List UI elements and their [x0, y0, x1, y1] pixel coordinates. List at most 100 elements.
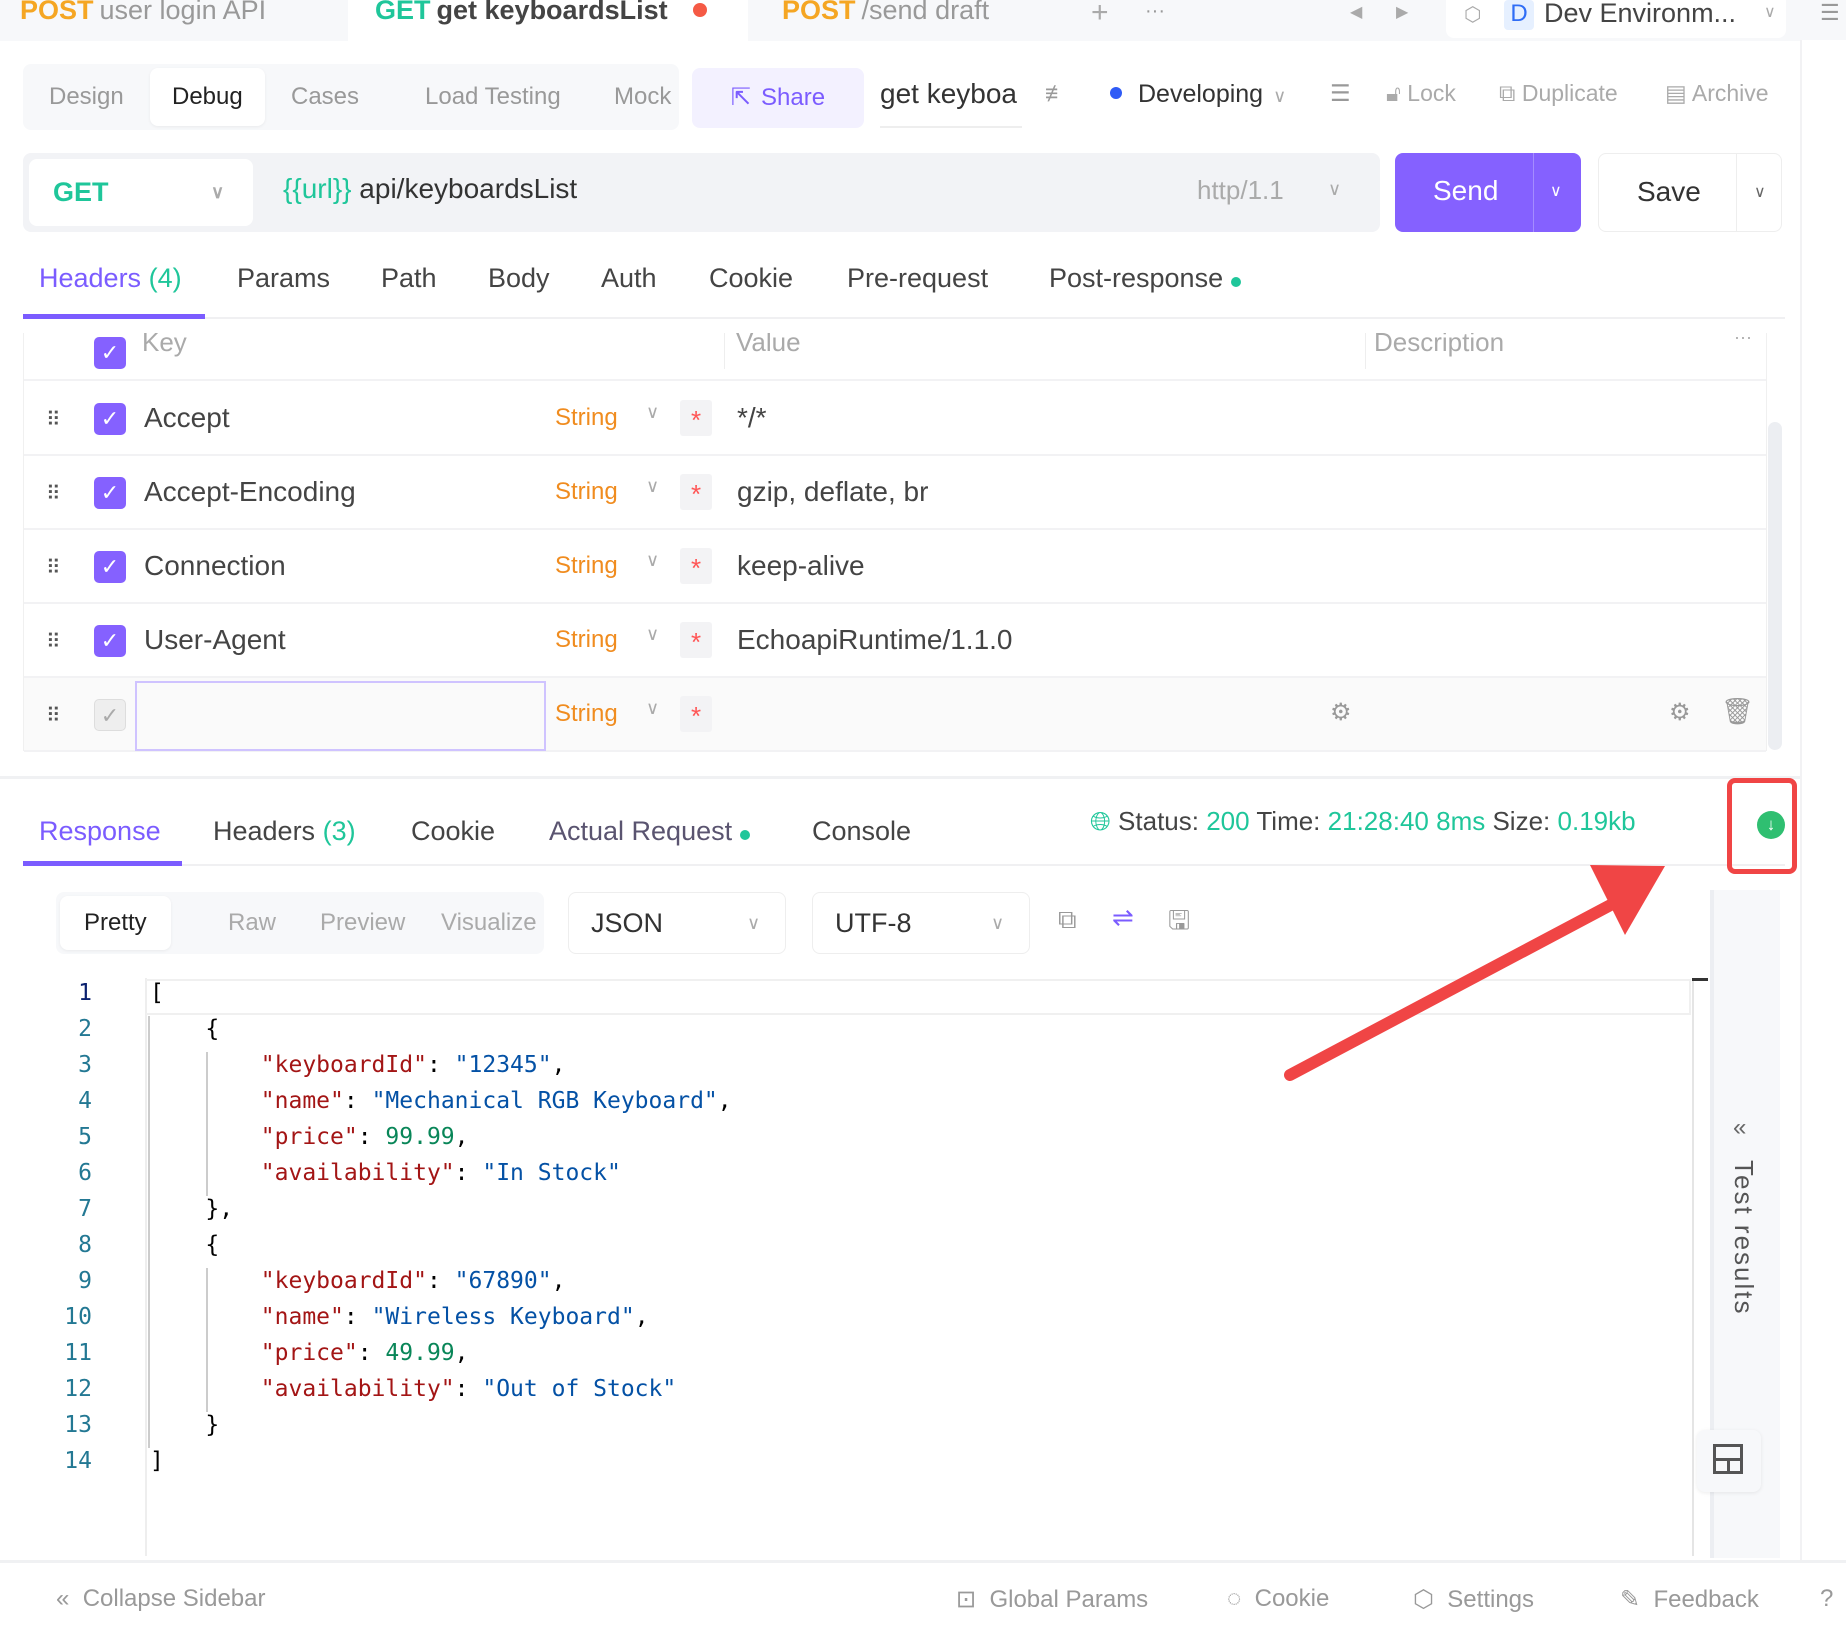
header-value[interactable]: keep-alive [737, 550, 865, 582]
type-selector[interactable]: String [555, 700, 618, 728]
type-selector[interactable]: String [555, 404, 618, 432]
row-checkbox[interactable]: ✓ [94, 625, 126, 657]
global-params-button[interactable]: ⊡ Global Params [956, 1585, 1148, 1614]
type-selector[interactable]: String [555, 478, 618, 506]
drag-handle-icon[interactable]: ⠿ [46, 629, 61, 654]
settings-button[interactable]: ⬡ Settings [1413, 1585, 1534, 1614]
drag-handle-icon[interactable]: ⠿ [46, 481, 61, 506]
url-input[interactable]: {{url}} api/keyboardsList [283, 173, 577, 205]
format-tab-pretty[interactable]: Pretty [60, 896, 171, 950]
wrap-lines-icon[interactable]: ⇌ [1112, 902, 1134, 933]
tab-pre-request[interactable]: Pre-request [847, 255, 988, 301]
select-all-checkbox[interactable]: ✓ [94, 337, 126, 369]
description-settings-icon[interactable]: ⚙ [1669, 698, 1691, 727]
test-results-label[interactable]: Test results [1728, 1160, 1759, 1316]
save-options-chevron-icon[interactable]: ∨ [1754, 182, 1766, 202]
required-icon[interactable]: * [680, 548, 712, 584]
more-tabs-button[interactable]: ··· [1145, 0, 1165, 23]
delete-icon[interactable]: 🗑︎ [1721, 696, 1754, 727]
row-checkbox[interactable]: ✓ [94, 699, 126, 731]
header-key[interactable]: User-Agent [144, 624, 286, 656]
tab-params[interactable]: Params [237, 255, 330, 301]
menu-icon[interactable]: ☰ [1820, 0, 1840, 26]
edit-description-icon[interactable]: ≢ [1045, 80, 1068, 107]
mode-tab-cases[interactable]: Cases [269, 68, 381, 126]
tab-response[interactable]: Response [39, 808, 161, 854]
protocol-selector[interactable]: http/1.1 [1197, 175, 1284, 206]
format-tab-visualize[interactable]: Visualize [417, 896, 561, 950]
mode-tab-debug[interactable]: Debug [150, 68, 265, 126]
required-icon[interactable]: * [680, 474, 712, 510]
drag-handle-icon[interactable]: ⠿ [46, 703, 61, 728]
value-settings-icon[interactable]: ⚙ [1330, 698, 1352, 727]
outline-icon[interactable]: ☰ [1330, 80, 1351, 107]
header-value[interactable]: */* [737, 402, 767, 434]
format-tab-preview[interactable]: Preview [296, 896, 429, 950]
drag-handle-icon[interactable]: ⠿ [46, 555, 61, 580]
tab-prev-icon[interactable]: ◀ [1350, 2, 1362, 22]
method-selector[interactable]: GET ∨ [29, 159, 253, 226]
add-tab-button[interactable]: + [1091, 0, 1109, 30]
expand-icon[interactable]: « [1733, 1114, 1746, 1142]
format-tab-raw[interactable]: Raw [204, 896, 300, 950]
tab-headers[interactable]: Headers (4) [39, 255, 182, 301]
row-checkbox[interactable]: ✓ [94, 403, 126, 435]
tab-auth[interactable]: Auth [601, 255, 657, 301]
file-tab-2[interactable]: POST/send draft [752, 0, 1074, 41]
file-tab-1[interactable]: GET get keyboardsList [348, 0, 748, 41]
save-response-icon[interactable]: 🖫︎ [1168, 902, 1190, 946]
body-type-selector[interactable]: JSON ∨ [568, 892, 786, 954]
line-number: 6 [78, 1160, 92, 1186]
tab-response-cookie[interactable]: Cookie [411, 808, 495, 854]
tab-actual-request[interactable]: Actual Request [549, 808, 751, 854]
row-checkbox[interactable]: ✓ [94, 551, 126, 583]
tab-next-icon[interactable]: ▶ [1396, 2, 1408, 22]
line-number: 9 [78, 1268, 92, 1294]
send-button[interactable]: Send [1433, 175, 1498, 207]
type-selector[interactable]: String [555, 626, 618, 654]
tab-console[interactable]: Console [812, 808, 911, 854]
send-options-chevron-icon[interactable]: ∨ [1550, 181, 1562, 201]
drag-handle-icon[interactable]: ⠿ [46, 407, 61, 432]
tab-cookie[interactable]: Cookie [709, 255, 793, 301]
row-checkbox[interactable]: ✓ [94, 477, 126, 509]
environment-selector[interactable]: ⬡ D Dev Environm... ∨ [1446, 0, 1786, 38]
panel-divider[interactable] [0, 776, 1800, 779]
cookie-button[interactable]: ◌ Cookie [1227, 1585, 1329, 1613]
archive-button[interactable]: ▤ Archive [1665, 80, 1769, 107]
header-key[interactable]: Accept [144, 402, 230, 434]
lock-button[interactable]: 🔓︎ Lock [1386, 80, 1456, 107]
header-value[interactable]: gzip, deflate, br [737, 476, 928, 508]
table-scrollbar[interactable] [1768, 422, 1782, 750]
code-token: : [454, 1160, 483, 1186]
header-key[interactable]: Accept-Encoding [144, 476, 356, 508]
column-options-icon[interactable]: ··· [1734, 333, 1752, 348]
mode-tab-design[interactable]: Design [27, 68, 146, 126]
share-button[interactable]: ⇱ Share [692, 68, 864, 128]
feedback-button[interactable]: ✎ Feedback [1620, 1585, 1759, 1614]
status-selector[interactable]: Developing ∨ [1110, 80, 1286, 109]
required-icon[interactable]: * [680, 622, 712, 658]
tab-path[interactable]: Path [381, 255, 437, 301]
required-icon[interactable]: * [680, 696, 712, 732]
type-selector[interactable]: String [555, 552, 618, 580]
new-key-input[interactable] [135, 681, 546, 751]
header-key[interactable]: Connection [144, 550, 286, 582]
api-name-input[interactable]: get keyboa [880, 78, 1022, 128]
tab-response-headers[interactable]: Headers (3) [213, 808, 356, 854]
save-button[interactable]: Save [1637, 176, 1701, 208]
collapse-sidebar-button[interactable]: « Collapse Sidebar [56, 1585, 265, 1613]
mode-tab-mock[interactable]: Mock [592, 68, 693, 126]
copy-icon[interactable]: ⧉ [1058, 904, 1077, 936]
file-tab-0[interactable]: POST user login API [0, 0, 345, 41]
layout-toggle-button[interactable] [1697, 1430, 1761, 1492]
indent-guide [148, 1016, 150, 1448]
required-icon[interactable]: * [680, 400, 712, 436]
header-value[interactable]: EchoapiRuntime/1.1.0 [737, 624, 1013, 656]
encoding-selector[interactable]: UTF-8 ∨ [812, 892, 1030, 954]
help-icon[interactable]: ? [1820, 1585, 1833, 1613]
mode-tab-load-testing[interactable]: Load Testing [403, 68, 583, 126]
tab-post-response[interactable]: Post-response [1049, 255, 1242, 301]
duplicate-button[interactable]: ⧉ Duplicate [1499, 80, 1618, 107]
tab-body[interactable]: Body [488, 255, 550, 301]
